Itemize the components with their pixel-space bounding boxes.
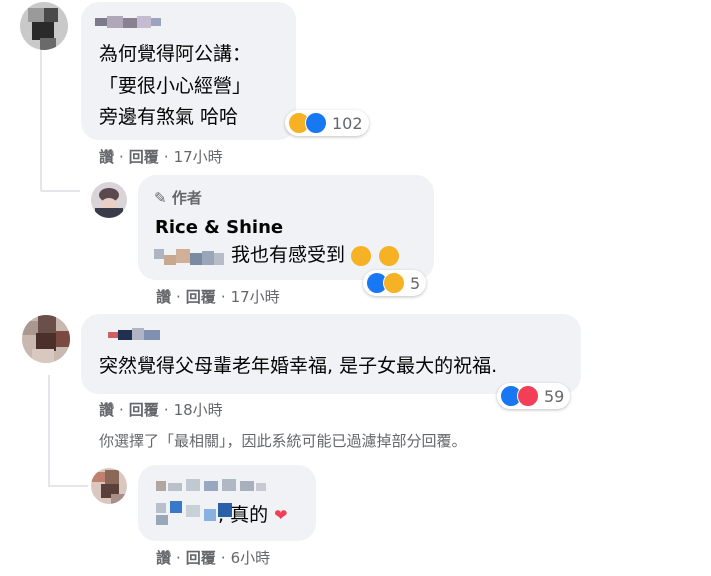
reply-bubble: ✎ 作者 Rice & Shine 我也有感受到 — [138, 175, 434, 280]
pencil-icon: ✎ — [154, 189, 167, 207]
reply-button[interactable]: 回覆 — [129, 148, 159, 166]
like-reaction-icon — [305, 112, 327, 134]
like-button[interactable]: 讚 — [156, 288, 171, 306]
separator: · — [220, 288, 226, 306]
hearts-emoji: ❤ — [274, 505, 288, 525]
author-avatar[interactable] — [91, 182, 127, 218]
comment-text: 突然覺得父母輩老年婚幸福, 是子女最大的祝福. — [99, 355, 498, 377]
author-name[interactable]: Rice & Shine — [155, 217, 283, 238]
reply-button[interactable]: 回覆 — [186, 288, 216, 306]
reaction-summary[interactable]: 5 — [363, 270, 427, 296]
blurred-mention[interactable] — [154, 245, 226, 269]
blurred-author-name[interactable] — [108, 328, 168, 340]
timestamp[interactable]: 18小時 — [174, 401, 223, 419]
reply-text: 我也有感受到 — [231, 241, 400, 269]
timestamp[interactable]: 6小時 — [231, 549, 271, 567]
separator: · — [119, 148, 124, 166]
haha-reaction-icon — [383, 272, 405, 294]
comment-actions: 讚 · 回覆 · 6小時 — [156, 547, 270, 568]
separator: · — [119, 401, 124, 419]
avatar[interactable] — [22, 315, 70, 363]
reply-button[interactable]: 回覆 — [186, 549, 216, 567]
reply-text: , 真的 ❤ — [218, 504, 288, 526]
comment-actions: 讚 · 回覆 · 17小時 — [99, 146, 223, 167]
comment-text-line: 「要很小心經營」 — [99, 75, 252, 97]
timestamp[interactable]: 17小時 — [231, 288, 280, 306]
reaction-count: 59 — [544, 386, 565, 406]
separator: · — [176, 288, 181, 306]
comment-actions: 讚 · 回覆 · 17小時 — [156, 286, 280, 307]
reaction-count: 5 — [410, 273, 421, 293]
comment-bubble: 突然覺得父母輩老年婚幸福, 是子女最大的祝福. — [81, 314, 581, 394]
rolling-laughing-emoji — [379, 245, 400, 266]
timestamp[interactable]: 17小時 — [174, 148, 223, 166]
avatar[interactable] — [91, 468, 127, 504]
rolling-laughing-emoji — [351, 245, 372, 266]
comment-bubble: 為何覺得阿公講： 「要很小心經營」 旁邊有煞氣 哈哈 — [81, 2, 296, 140]
love-reaction-icon — [517, 385, 539, 407]
author-badge: ✎ 作者 — [154, 189, 202, 207]
thread-line — [48, 375, 50, 485]
like-button[interactable]: 讚 — [156, 549, 171, 567]
reaction-summary[interactable]: 102 — [285, 110, 369, 136]
avatar[interactable] — [20, 2, 68, 50]
like-button[interactable]: 讚 — [99, 148, 114, 166]
separator: · — [176, 549, 181, 567]
reply-bubble: , 真的 ❤ — [138, 465, 316, 541]
thread-line — [40, 50, 42, 190]
reaction-summary[interactable]: 59 — [497, 383, 571, 409]
filter-notice: 你選擇了「最相關」，因此系統可能已過濾掉部分回覆。 — [99, 432, 467, 450]
comment-actions: 讚 · 回覆 · 18小時 — [99, 399, 223, 420]
separator: · — [220, 549, 226, 567]
separator: · — [163, 401, 169, 419]
comment-text-line: 為何覺得阿公講： — [99, 43, 252, 65]
thread-connector — [40, 190, 80, 192]
separator: · — [163, 148, 169, 166]
comment-text-line: 旁邊有煞氣 哈哈 — [99, 106, 239, 128]
reply-button[interactable]: 回覆 — [129, 401, 159, 419]
like-button[interactable]: 讚 — [99, 401, 114, 419]
thread-connector — [48, 485, 88, 487]
blurred-author-name[interactable] — [95, 16, 165, 28]
reaction-count: 102 — [332, 113, 363, 133]
